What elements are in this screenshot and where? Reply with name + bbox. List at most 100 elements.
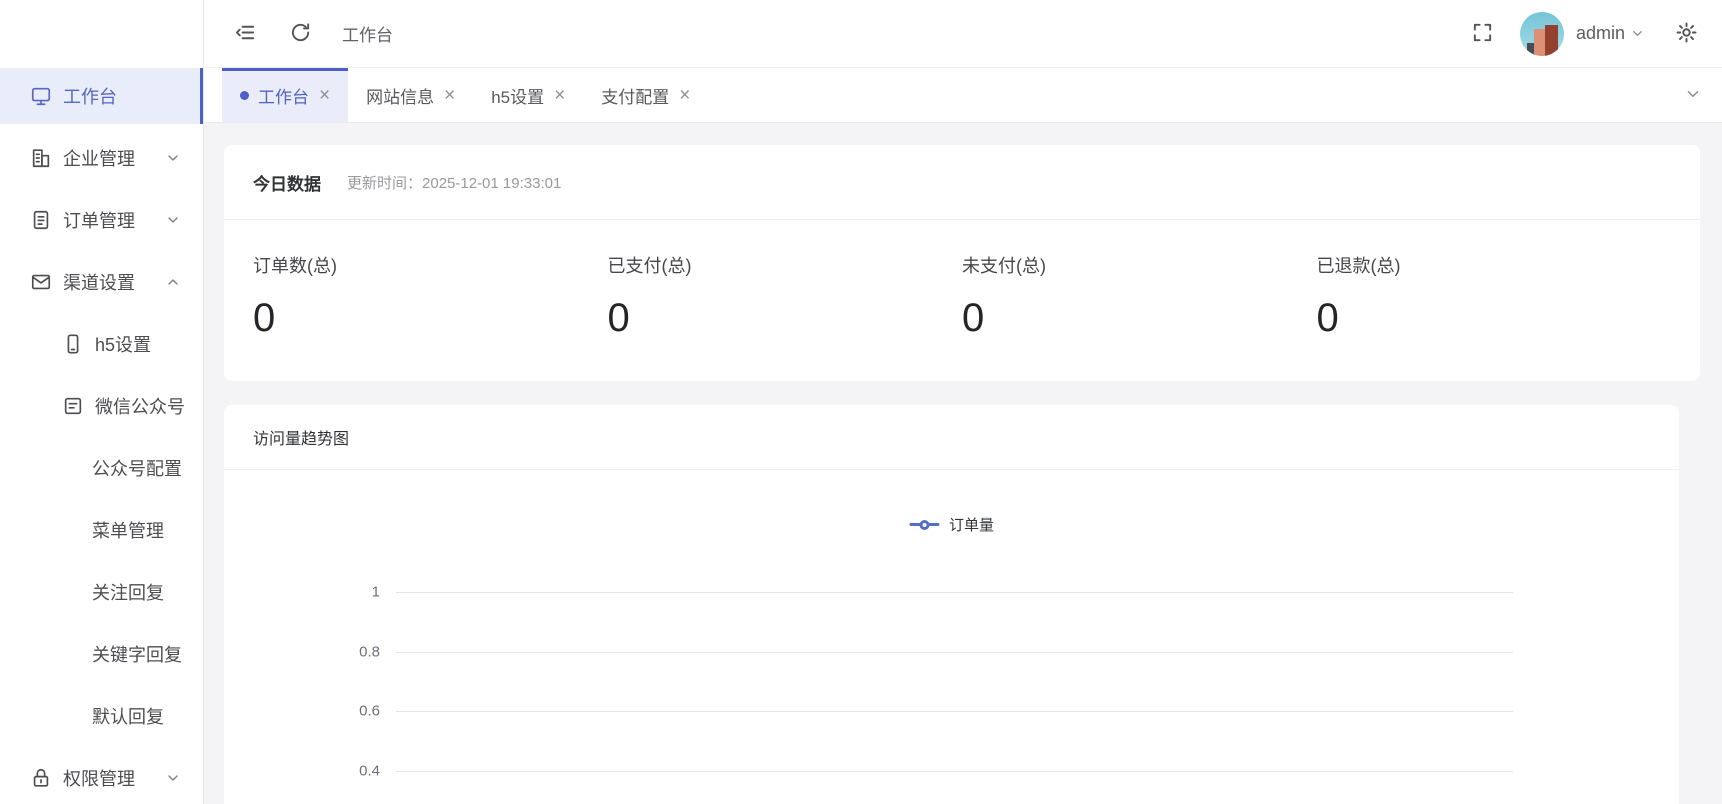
chevron-down-icon bbox=[165, 212, 181, 228]
main-column: 工作台 admin 工作台 × 网站信息 × h5设置 × 支付配置 × bbox=[204, 0, 1722, 804]
top-header: 工作台 admin bbox=[204, 0, 1722, 68]
updated-time: 更新时间：2025-12-01 19:33:01 bbox=[347, 172, 561, 193]
sidebar-item-label: 渠道设置 bbox=[63, 269, 135, 295]
avatar-building-shape bbox=[1545, 25, 1558, 56]
sidebar-item-label: 工作台 bbox=[63, 83, 117, 109]
today-card-header: 今日数据 更新时间：2025-12-01 19:33:01 bbox=[224, 145, 1700, 220]
building-icon bbox=[30, 147, 52, 169]
sidebar-item-label: 权限管理 bbox=[63, 765, 135, 791]
mail-icon bbox=[30, 271, 52, 293]
sidebar-item-wechat-mp[interactable]: 微信公众号 bbox=[0, 378, 203, 434]
sidebar-item-enterprise[interactable]: 企业管理 bbox=[0, 130, 203, 186]
gridline bbox=[396, 771, 1513, 772]
stat-item: 已退款(总) 0 bbox=[1317, 252, 1672, 341]
chevron-up-icon bbox=[165, 274, 181, 290]
legend-line-marker-icon bbox=[909, 523, 939, 526]
tab-close-icon[interactable]: × bbox=[679, 86, 690, 105]
fullscreen-icon bbox=[1471, 21, 1494, 47]
sidebar-item-menu-manage[interactable]: 菜单管理 bbox=[0, 502, 203, 558]
refresh-icon bbox=[289, 21, 312, 47]
tab-h5设置[interactable]: h5设置 × bbox=[473, 68, 583, 122]
sidebar-item-channel[interactable]: 渠道设置 bbox=[0, 254, 203, 310]
stat-label: 未支付(总) bbox=[962, 252, 1317, 278]
today-card-title: 今日数据 bbox=[253, 170, 321, 195]
chart-grid-row: 0.8 bbox=[396, 652, 1513, 712]
breadcrumb: 工作台 bbox=[342, 21, 393, 46]
tab-label: 工作台 bbox=[258, 83, 309, 108]
chart-card-header: 访问量趋势图 bbox=[224, 405, 1679, 470]
stat-label: 已支付(总) bbox=[608, 252, 963, 278]
sidebar-item-default-reply[interactable]: 默认回复 bbox=[0, 688, 203, 744]
tab-list: 工作台 × 网站信息 × h5设置 × 支付配置 × bbox=[222, 68, 708, 122]
sidebar-item-label: 默认回复 bbox=[92, 703, 164, 729]
tab-网站信息[interactable]: 网站信息 × bbox=[348, 68, 473, 122]
chevron-down-icon bbox=[165, 150, 181, 166]
chart-gridlines: 10.80.60.4 bbox=[396, 592, 1513, 804]
updated-time-value: 2025-12-01 19:33:01 bbox=[422, 175, 561, 192]
sidebar-item-label: 订单管理 bbox=[63, 207, 135, 233]
sidebar-item-order[interactable]: 订单管理 bbox=[0, 192, 203, 248]
tab-close-icon[interactable]: × bbox=[444, 86, 455, 105]
tab-工作台[interactable]: 工作台 × bbox=[222, 68, 348, 122]
user-menu-chevron-down-icon[interactable] bbox=[1630, 26, 1645, 41]
tab-close-icon[interactable]: × bbox=[554, 86, 565, 105]
tab-支付配置[interactable]: 支付配置 × bbox=[583, 68, 708, 122]
chart-grid-row: 0.4 bbox=[396, 771, 1513, 804]
updated-time-label: 更新时间： bbox=[347, 175, 422, 192]
legend-label: 订单量 bbox=[949, 514, 994, 535]
chevron-down-icon bbox=[165, 770, 181, 786]
sidebar: 工作台企业管理订单管理渠道设置 h5设置微信公众号公众号配置菜单管理关注回复关键字… bbox=[0, 0, 204, 804]
y-axis-tick-label: 0.8 bbox=[359, 643, 380, 660]
stat-label: 已退款(总) bbox=[1317, 252, 1672, 278]
content-area: 今日数据 更新时间：2025-12-01 19:33:01 订单数(总)0已支付… bbox=[204, 123, 1722, 804]
monitor-icon bbox=[30, 85, 52, 107]
tab-label: 网站信息 bbox=[366, 83, 434, 108]
phone-icon bbox=[62, 333, 84, 355]
topbar-right: admin bbox=[1467, 12, 1702, 56]
sidebar-menu: 工作台企业管理订单管理渠道设置 h5设置微信公众号公众号配置菜单管理关注回复关键字… bbox=[0, 68, 203, 804]
visits-trend-card: 访问量趋势图 订单量 10.80.60.4 bbox=[224, 405, 1679, 804]
y-axis-tick-label: 0.4 bbox=[359, 762, 380, 779]
sidebar-item-label: 公众号配置 bbox=[92, 455, 182, 481]
tab-label: 支付配置 bbox=[601, 83, 669, 108]
sidebar-item-label: 关注回复 bbox=[92, 579, 164, 605]
stat-value: 0 bbox=[962, 296, 1317, 341]
username[interactable]: admin bbox=[1576, 23, 1625, 44]
sidebar-item-keyword-reply[interactable]: 关键字回复 bbox=[0, 626, 203, 682]
stat-item: 已支付(总) 0 bbox=[608, 252, 963, 341]
lock-icon bbox=[30, 767, 52, 789]
tabs-dropdown-button[interactable] bbox=[1664, 68, 1722, 122]
chart-grid-row: 0.6 bbox=[396, 711, 1513, 771]
sidebar-item-mp-config[interactable]: 公众号配置 bbox=[0, 440, 203, 496]
gridline bbox=[396, 652, 1513, 653]
gridline bbox=[396, 592, 1513, 593]
tab-label: h5设置 bbox=[491, 83, 544, 108]
sidebar-item-h5-setting[interactable]: h5设置 bbox=[0, 316, 203, 372]
stat-label: 订单数(总) bbox=[253, 252, 608, 278]
document-icon bbox=[30, 209, 52, 231]
sidebar-item-label: 菜单管理 bbox=[92, 517, 164, 543]
sidebar-item-label: h5设置 bbox=[95, 331, 151, 357]
stats-row: 订单数(总)0已支付(总)0未支付(总)0已退款(总)0 bbox=[224, 220, 1700, 381]
stat-value: 0 bbox=[253, 296, 608, 341]
sidebar-collapse-button[interactable] bbox=[230, 17, 261, 51]
menu-fold-icon bbox=[234, 21, 257, 47]
orders-trend-chart: 订单量 10.80.60.4 bbox=[252, 470, 1651, 804]
tab-bar: 工作台 × 网站信息 × h5设置 × 支付配置 × bbox=[204, 68, 1722, 123]
fullscreen-button[interactable] bbox=[1467, 17, 1498, 51]
y-axis-tick-label: 0.6 bbox=[359, 703, 380, 720]
settings-button[interactable] bbox=[1671, 17, 1702, 51]
avatar[interactable] bbox=[1520, 12, 1564, 56]
chart-legend[interactable]: 订单量 bbox=[909, 514, 994, 535]
sidebar-item-workbench[interactable]: 工作台 bbox=[0, 68, 203, 124]
sidebar-item-label: 关键字回复 bbox=[92, 641, 182, 667]
sidebar-item-permission[interactable]: 权限管理 bbox=[0, 750, 203, 804]
stat-value: 0 bbox=[608, 296, 963, 341]
stat-value: 0 bbox=[1317, 296, 1672, 341]
chart-card-title: 访问量趋势图 bbox=[253, 425, 349, 449]
sidebar-item-follow-reply[interactable]: 关注回复 bbox=[0, 564, 203, 620]
y-axis-tick-label: 1 bbox=[372, 584, 380, 601]
tab-close-icon[interactable]: × bbox=[319, 86, 330, 105]
gear-icon bbox=[1675, 21, 1698, 47]
refresh-button[interactable] bbox=[285, 17, 316, 51]
